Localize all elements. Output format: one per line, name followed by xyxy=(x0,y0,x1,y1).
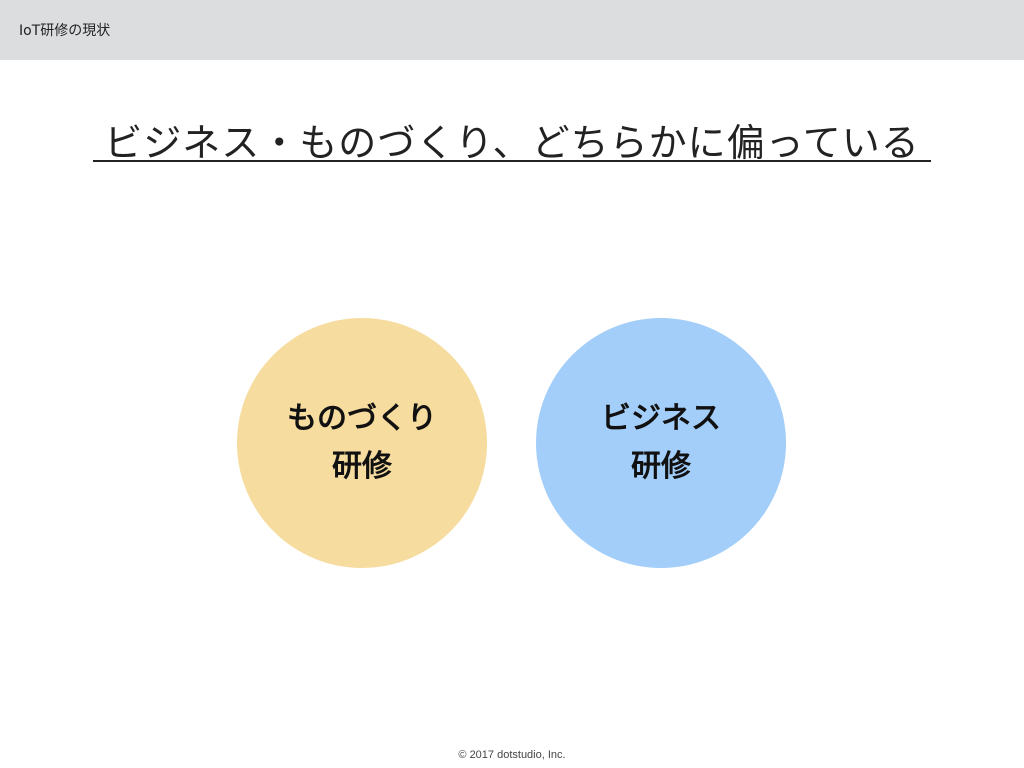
circle-label-line2: 研修 xyxy=(631,449,691,484)
heading-underline xyxy=(93,160,931,162)
circle-label-line1: ビジネス xyxy=(601,401,721,436)
circle-label-line2: 研修 xyxy=(332,449,392,484)
monozukuri-training-circle: ものづくり 研修 xyxy=(237,318,487,568)
slide: IoT研修の現状 ビジネス・ものづくり、どちらかに偏っている ものづくり 研修 … xyxy=(0,0,1024,768)
footer-copyright: © 2017 dotstudio, Inc. xyxy=(458,749,566,761)
business-training-circle: ビジネス 研修 xyxy=(536,318,786,568)
circle-label-line1: ものづくり xyxy=(287,401,437,436)
header-bar: IoT研修の現状 xyxy=(0,0,1024,60)
header-title: IoT研修の現状 xyxy=(19,23,111,39)
